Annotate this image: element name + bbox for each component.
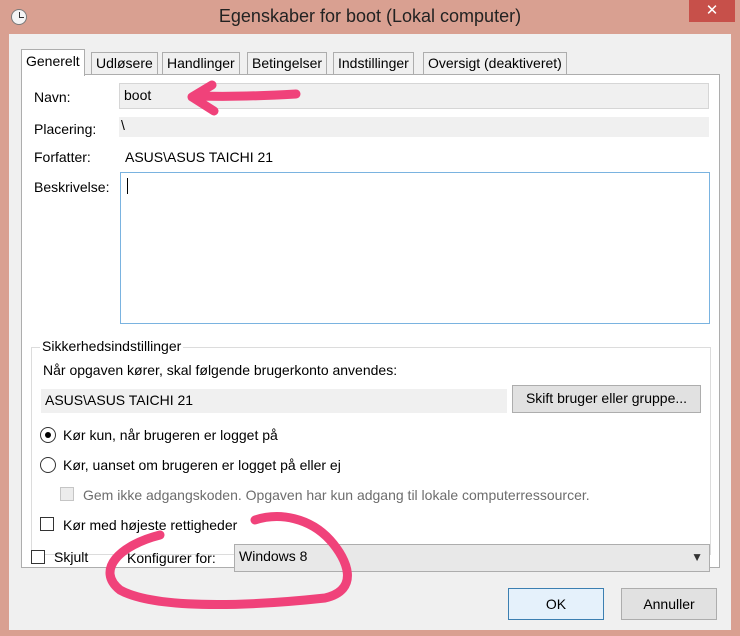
change-user-button[interactable]: Skift bruger eller gruppe... [512,385,701,413]
no-password-checkbox[interactable] [60,487,74,501]
configure-select[interactable]: Windows 8 ▼ [234,544,710,572]
security-group-title: Sikkerhedsindstillinger [40,338,184,354]
window-title: Egenskaber for boot (Lokal computer) [218,6,522,26]
description-textarea[interactable] [120,172,710,324]
radio-any-label: Kør, uanset om brugeren er logget på ell… [63,457,341,473]
tab-handlinger[interactable]: Handlinger [162,52,240,75]
account-field: ASUS\ASUS TAICHI 21 [41,389,507,413]
radio-logged-on[interactable] [40,427,56,443]
account-prompt: Når opgaven kører, skal følgende brugerk… [43,362,398,378]
location-label: Placering: [34,121,97,137]
author-label: Forfatter: [34,149,91,165]
name-label: Navn: [34,89,71,105]
tab-oversigt[interactable]: Oversigt (deaktiveret) [423,52,567,75]
name-field[interactable]: boot [119,83,709,109]
text-caret [127,178,128,194]
hidden-checkbox[interactable] [31,550,45,564]
tab-indstillinger[interactable]: Indstillinger [333,52,414,75]
configure-label: Konfigurer for: [127,550,216,566]
configure-value: Windows 8 [239,548,308,564]
dialog-body: Generelt Udløsere Handlinger Betingelser… [9,34,731,630]
tab-udlosere[interactable]: Udløsere [91,52,158,75]
highest-privileges-checkbox[interactable] [40,517,54,531]
title-bar: Egenskaber for boot (Lokal computer) ✕ [0,0,740,34]
chevron-down-icon: ▼ [691,550,703,564]
ok-button[interactable]: OK [508,588,604,620]
tab-panel-generelt: Navn: boot Placering: \ Forfatter: ASUS\… [21,74,720,568]
hidden-label: Skjult [54,549,89,565]
tab-generelt[interactable]: Generelt [21,49,85,76]
highest-privileges-label: Kør med højeste rettigheder [63,517,238,533]
radio-logged-on-label: Kør kun, når brugeren er logget på [63,427,278,443]
close-button[interactable]: ✕ [689,0,735,22]
no-password-label: Gem ikke adgangskoden. Opgaven har kun a… [83,487,590,503]
author-value: ASUS\ASUS TAICHI 21 [125,149,274,165]
radio-any[interactable] [40,457,56,473]
location-field: \ [119,117,709,137]
description-label: Beskrivelse: [34,179,110,195]
tab-betingelser[interactable]: Betingelser [247,52,328,75]
cancel-button[interactable]: Annuller [621,588,717,620]
security-groupbox: Sikkerhedsindstillinger Når opgaven køre… [31,338,711,555]
